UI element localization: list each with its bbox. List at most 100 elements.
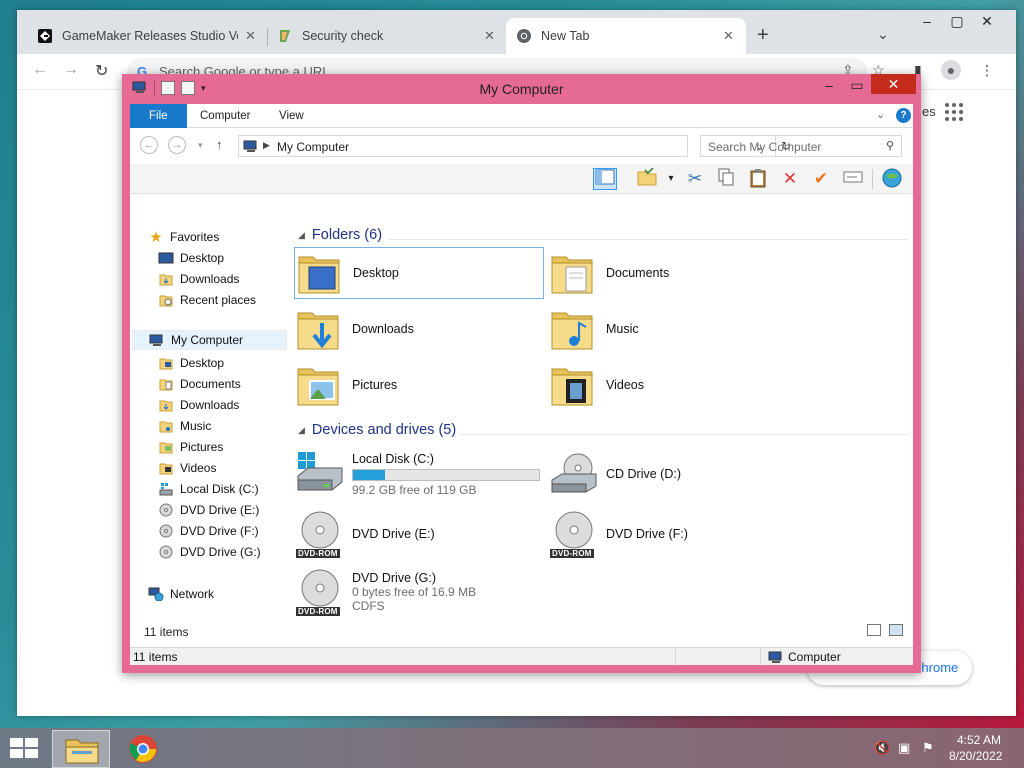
cd-drive-icon [550,450,598,498]
nav-item-my-computer[interactable]: My Computer [132,330,287,350]
taskbar-explorer-button[interactable] [52,730,110,768]
folder-tile-videos[interactable]: Videos [548,359,798,411]
profile-avatar-icon[interactable]: ● [941,60,961,80]
address-field[interactable]: ▶ My Computer ⌄ ↻ [238,135,791,157]
taskbar-chrome-button[interactable] [114,730,172,768]
minimize-icon[interactable]: – [912,10,942,32]
cut-scissors-icon[interactable]: ✂ [683,168,707,190]
folder-name: Documents [606,266,670,280]
delete-x-icon[interactable]: ✕ [778,168,802,190]
up-arrow-icon[interactable]: ↑ [216,137,223,152]
rename-icon[interactable] [841,168,865,190]
nav-item-dvd-g[interactable]: DVD Drive (G:) [158,542,261,562]
volume-muted-icon[interactable]: 🔇 [874,740,890,756]
back-arrow-icon[interactable]: ← [32,61,48,79]
folder-tile-pictures[interactable]: Pictures [294,359,544,411]
checkmark-icon[interactable]: ✔ [809,168,833,190]
tab-search-chevron-icon[interactable]: ⌄ [877,26,889,43]
nav-item-network[interactable]: Network [148,584,214,604]
forward-button[interactable]: → [168,136,186,154]
drive-tile-dvd-e[interactable]: DVD-ROM DVD Drive (E:) [294,508,544,560]
nav-item-pictures[interactable]: Pictures [158,437,223,457]
nav-item-fav-downloads[interactable]: Downloads [158,269,239,289]
explorer-title-bar[interactable]: ▾ My Computer – ▭ ✕ [122,74,921,104]
drive-tile-dvd-f[interactable]: DVD-ROM DVD Drive (F:) [548,508,798,560]
nav-item-fav-desktop[interactable]: Desktop [158,248,224,268]
nav-item-dvd-e[interactable]: DVD Drive (E:) [158,500,259,520]
tab-new-tab[interactable]: New Tab [506,18,746,54]
reload-icon[interactable]: ↻ [95,61,108,81]
system-clock[interactable]: 4:52 AM 8/20/2022 [949,732,1002,764]
drive-tile-dvd-g[interactable]: DVD-ROM DVD Drive (G:) 0 bytes free of 1… [294,564,544,620]
help-icon[interactable]: ? [896,108,911,123]
folder-tile-desktop[interactable]: Desktop [294,247,544,299]
close-tab-icon[interactable]: ✕ [245,28,256,44]
dvd-rom-badge: DVD-ROM [550,549,594,558]
drive-tile-local-disk[interactable]: Local Disk (C:) 99.2 GB free of 119 GB [294,446,544,502]
folder-tile-downloads[interactable]: Downloads [294,303,544,355]
drive-tile-cd-drive[interactable]: CD Drive (D:) [548,446,798,502]
tab-security-check[interactable]: Security check [267,18,507,54]
google-apps-icon[interactable] [945,103,963,121]
status-bar: 11 items Computer [130,647,913,666]
folder-tile-documents[interactable]: Documents [548,247,798,299]
pictures-folder-icon [296,361,344,409]
maximize-icon[interactable]: ▭ [842,77,872,94]
new-tab-button[interactable]: + [757,24,769,47]
nav-item-local-disk[interactable]: Local Disk (C:) [158,479,259,499]
folder-tile-music[interactable]: Music [548,303,798,355]
group-divider [460,434,908,435]
paste-clipboard-icon[interactable] [746,168,770,190]
search-input[interactable]: Search My Computer ⚲ [700,135,902,157]
close-window-icon[interactable]: ✕ [871,74,916,94]
collapse-triangle-icon[interactable]: ◢ [298,425,305,436]
start-windows-icon[interactable] [10,738,38,758]
desktop-folder-icon [158,356,174,370]
forward-arrow-icon[interactable]: → [63,61,79,79]
search-icon: ⚲ [885,140,894,152]
drives-group-header[interactable]: ◢ Devices and drives (5) [298,422,456,438]
nav-item-downloads[interactable]: Downloads [158,395,239,415]
tab-computer[interactable]: Computer [186,104,265,128]
action-center-icon[interactable]: ⚑ [922,740,934,756]
close-tab-icon[interactable]: ✕ [723,28,734,44]
nav-item-dvd-f[interactable]: DVD Drive (F:) [158,521,259,541]
nav-label: Documents [180,377,241,391]
nav-item-videos[interactable]: Videos [158,458,216,478]
disk-usage-fill [353,469,385,480]
documents-folder-icon [550,249,598,297]
collapse-triangle-icon[interactable]: ◢ [298,230,305,241]
partial-link-text[interactable]: es [922,104,936,119]
close-window-icon[interactable]: ✕ [972,10,1002,32]
details-view-icon[interactable] [867,624,881,636]
preview-pane-icon[interactable] [593,168,617,190]
select-folder-icon[interactable] [635,167,659,190]
minimize-icon[interactable]: – [814,77,844,93]
network-icon [148,587,164,601]
copy-icon[interactable] [714,168,738,190]
nav-item-recent-places[interactable]: Recent places [158,290,256,310]
tab-file[interactable]: File [130,104,187,128]
breadcrumb-arrow-icon[interactable]: ▶ [263,140,270,151]
nav-item-desktop[interactable]: Desktop [158,353,224,373]
tab-view[interactable]: View [265,104,318,128]
folders-group-header[interactable]: ◢ Folders (6) [298,227,382,243]
network-tray-icon[interactable]: ▣ [898,740,910,756]
nav-item-music[interactable]: Music [158,416,211,436]
maximize-icon[interactable]: ▢ [942,10,972,32]
globe-icon[interactable] [880,168,904,190]
menu-kebab-icon[interactable]: ⋮ [980,62,994,79]
nav-item-favorites[interactable]: ★ Favorites [148,227,219,247]
computer-icon [243,140,257,152]
large-icons-view-icon[interactable] [889,624,903,636]
explorer-toolbar: ▾ ✂ ✕ ✔ [130,164,913,194]
tab-gamemaker[interactable]: GameMaker Releases Studio Versi [27,18,267,54]
recent-locations-chevron-icon[interactable]: ▾ [198,140,203,151]
nav-item-documents[interactable]: Documents [158,374,241,394]
back-button[interactable]: ← [140,136,158,154]
separator [872,169,873,189]
close-tab-icon[interactable]: ✕ [484,28,495,44]
dropdown-icon[interactable]: ▾ [659,168,683,190]
folder-name: Desktop [353,266,399,280]
expand-ribbon-chevron-icon[interactable]: ⌄ [876,108,885,121]
